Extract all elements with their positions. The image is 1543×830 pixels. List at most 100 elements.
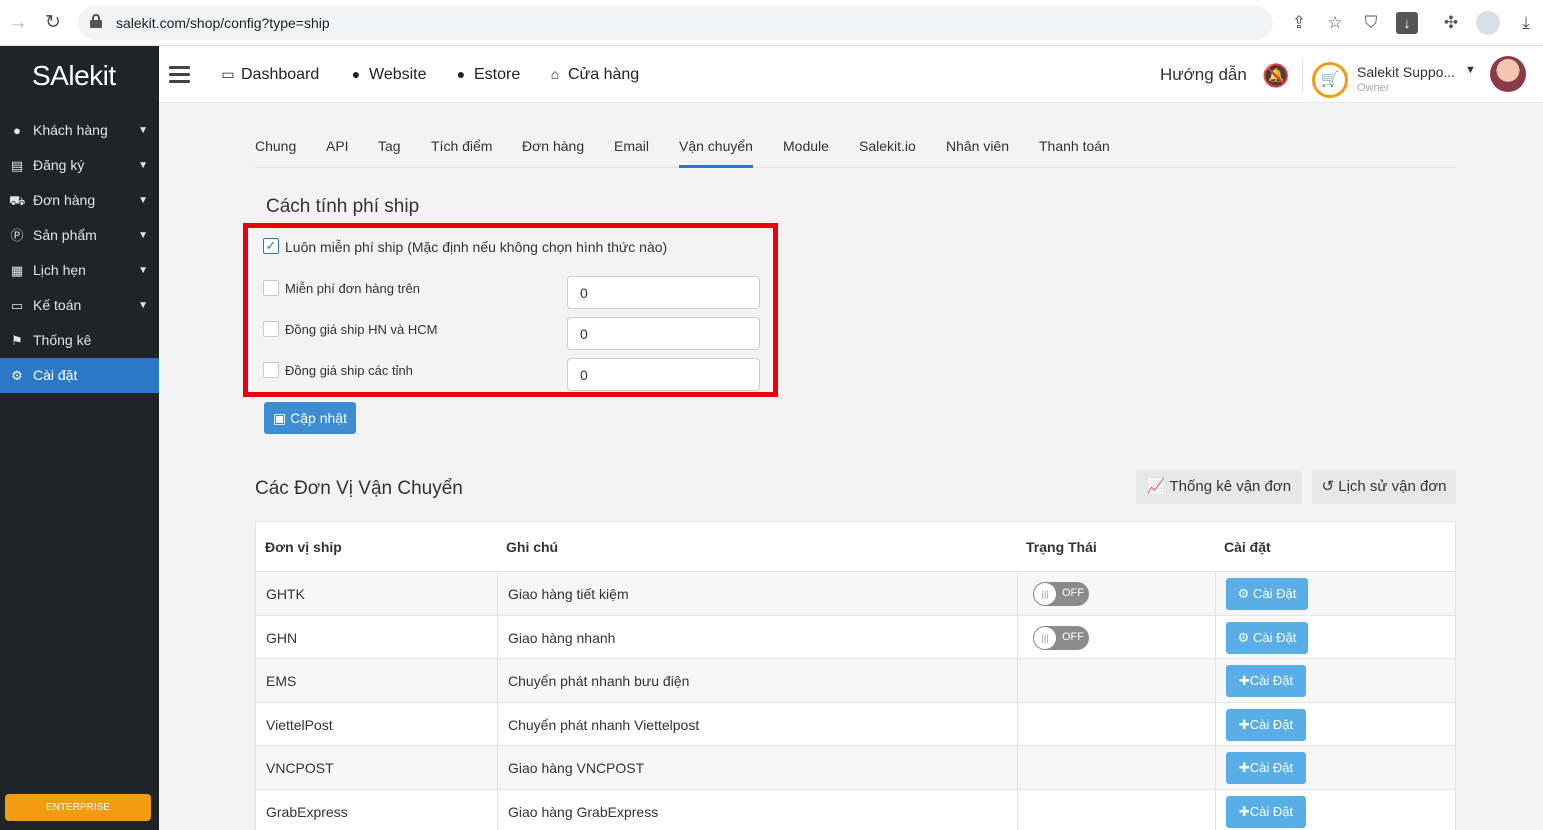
tab-orders[interactable]: Đơn hàng — [522, 138, 584, 165]
enterprise-badge[interactable]: ENTERPRISE — [5, 794, 151, 821]
tab-tag[interactable]: Tag — [378, 138, 401, 165]
profile-avatar-icon[interactable] — [1476, 11, 1500, 35]
sidebar-item-customers[interactable]: ● Khách hàng ▼ — [0, 113, 159, 148]
tab-points[interactable]: Tích điểm — [431, 138, 492, 165]
gear-icon: ⚙ — [11, 368, 23, 383]
status-toggle[interactable]: ||| OFF — [1033, 582, 1089, 606]
column-divider — [1017, 572, 1018, 615]
header-status: Trạng Thái — [1026, 539, 1097, 555]
globe-icon: ● — [456, 66, 466, 82]
tab-shipping[interactable]: Vận chuyển — [679, 138, 753, 168]
status-toggle[interactable]: ||| OFF — [1033, 625, 1089, 650]
sidebar-item-label: Kế toán — [33, 297, 82, 313]
gear-icon: ⚙ — [1237, 629, 1250, 645]
chevron-down-icon: ▼ — [138, 160, 148, 171]
table-row: ViettelPost Chuyển phát nhanh Viettelpos… — [256, 701, 1455, 745]
shipment-history-button[interactable]: ↺ Lịch sử vận đơn — [1312, 470, 1456, 504]
download-icon[interactable]: ⤓ — [1514, 11, 1538, 35]
caret-down-icon[interactable]: ▼ — [1465, 64, 1476, 76]
column-divider — [1017, 746, 1018, 789]
guide-link[interactable]: Hướng dẫn — [1160, 65, 1247, 85]
sidebar-item-statistics[interactable]: ⚑ Thống kê — [0, 323, 159, 358]
product-icon: Ⓟ — [10, 228, 24, 243]
share-icon[interactable]: ⇪ — [1287, 11, 1311, 35]
always-free-checkbox[interactable]: ✓ — [263, 238, 279, 254]
carrier-add-label: Cài Đặt — [1249, 716, 1294, 732]
carrier-name: GHN — [266, 629, 298, 646]
flat-provinces-input[interactable] — [567, 358, 760, 391]
salekit-logo[interactable]: SAlekit — [32, 60, 116, 92]
nav-website-label: Website — [369, 66, 427, 83]
nav-dashboard[interactable]: ▭ Dashboard — [219, 66, 319, 84]
puzzle-extension-icon[interactable]: ✣ — [1439, 11, 1463, 35]
carrier-add-button[interactable]: ✚Cài Đặt — [1226, 708, 1306, 741]
carrier-settings-button[interactable]: ⚙ Cài Đặt — [1226, 621, 1308, 654]
carrier-add-button[interactable]: ✚Cài Đặt — [1226, 795, 1306, 828]
carrier-add-button[interactable]: ✚Cài Đặt — [1226, 665, 1306, 697]
user-avatar[interactable] — [1490, 56, 1526, 92]
sidebar-item-settings[interactable]: ⚙ Cài đặt — [0, 358, 159, 393]
carrier-note: Giao hàng nhanh — [508, 629, 616, 646]
carrier-settings-button[interactable]: ⚙ Cài Đặt — [1226, 578, 1308, 610]
calendar-icon: ▦ — [10, 263, 24, 278]
store-icon: ⌂ — [550, 66, 560, 82]
sidebar-item-label: Sản phẩm — [33, 227, 97, 243]
flat-hn-hcm-checkbox[interactable] — [263, 321, 279, 337]
top-header: ▭ Dashboard ● Website ● Estore ⌂ Cửa hàng Hư… — [159, 46, 1543, 103]
shipment-stats-label: Thống kê vận đơn — [1169, 478, 1292, 495]
sidebar-item-accounting[interactable]: ▭ Kế toán ▼ — [0, 288, 159, 323]
chevron-down-icon: ▼ — [138, 125, 148, 136]
update-button[interactable]: ▣ Cập nhật — [264, 402, 356, 434]
column-divider — [1215, 615, 1216, 658]
download-box-icon[interactable]: ↓ — [1396, 12, 1418, 34]
column-divider — [497, 572, 498, 615]
carrier-settings-label: Cài Đặt — [1252, 586, 1297, 601]
tab-payment[interactable]: Thanh toán — [1039, 138, 1110, 165]
carrier-add-button[interactable]: ✚Cài Đặt — [1226, 752, 1306, 784]
sidebar-item-orders[interactable]: ⛟ Đơn hàng ▼ — [0, 183, 159, 218]
tab-general[interactable]: Chung — [255, 138, 296, 165]
sidebar-item-appointments[interactable]: ▦ Lịch hẹn ▼ — [0, 253, 159, 288]
flat-hn-hcm-input[interactable] — [567, 317, 760, 350]
tab-email[interactable]: Email — [614, 138, 649, 165]
lock-icon — [90, 14, 102, 28]
nav-estore[interactable]: ● Estore — [452, 66, 520, 84]
user-name[interactable]: Salekit Suppo... — [1357, 64, 1455, 80]
carrier-name: GrabExpress — [266, 803, 348, 820]
carrier-add-label: Cài Đặt — [1249, 673, 1294, 688]
nav-website[interactable]: ● Website — [347, 66, 427, 84]
chevron-down-icon: ▼ — [138, 230, 148, 241]
carrier-note: Giao hàng GrabExpress — [508, 803, 659, 820]
bookmark-star-icon[interactable]: ☆ — [1323, 11, 1347, 35]
reload-icon[interactable]: ↻ — [41, 11, 65, 35]
hamburger-menu-icon[interactable] — [169, 66, 190, 83]
tab-salekit-io[interactable]: Salekit.io — [859, 138, 916, 165]
free-over-input[interactable] — [567, 276, 760, 309]
shipping-fee-title: Cách tính phí ship — [266, 196, 420, 217]
sidebar: SAlekit ● Khách hàng ▼ ▤ Đăng ký ▼ ⛟ Đơn… — [0, 46, 159, 830]
tab-staff[interactable]: Nhân viên — [946, 138, 1009, 165]
sidebar-item-products[interactable]: Ⓟ Sản phẩm ▼ — [0, 218, 159, 253]
carrier-note: Giao hàng VNCPOST — [508, 760, 645, 776]
sidebar-item-register[interactable]: ▤ Đăng ký ▼ — [0, 148, 159, 183]
header-settings: Cài đặt — [1224, 539, 1271, 555]
table-row: GHTK Giao hàng tiết kiệm ||| OFF ⚙ Cài Đ… — [256, 571, 1455, 615]
shield-icon[interactable]: ⛉ — [1359, 11, 1383, 35]
url-text: salekit.com/shop/config?type=ship — [116, 15, 330, 31]
back-arrow-icon[interactable]: → — [6, 11, 30, 35]
browser-toolbar: → ↻ salekit.com/shop/config?type=ship ⇪ … — [0, 0, 1543, 46]
header-divider — [1302, 58, 1303, 92]
nav-store-label: Cửa hàng — [568, 66, 640, 83]
flat-provinces-checkbox[interactable] — [263, 362, 279, 378]
tab-api[interactable]: API — [326, 138, 349, 165]
free-over-checkbox[interactable] — [263, 280, 279, 296]
carriers-title: Các Đơn Vị Vận Chuyển — [255, 478, 463, 499]
flag-icon: ⚑ — [11, 333, 23, 348]
globe-icon: ● — [351, 66, 361, 82]
address-bar[interactable]: salekit.com/shop/config?type=ship ⇪ ☆ ⛉ … — [78, 6, 1418, 40]
tab-module[interactable]: Module — [783, 138, 829, 165]
nav-store[interactable]: ⌂ Cửa hàng — [546, 66, 639, 84]
bell-slash-icon[interactable]: 🔕 — [1262, 63, 1292, 89]
sidebar-item-label: Cài đặt — [33, 367, 78, 383]
shipment-stats-button[interactable]: 📈 Thống kê vận đơn — [1136, 470, 1302, 504]
